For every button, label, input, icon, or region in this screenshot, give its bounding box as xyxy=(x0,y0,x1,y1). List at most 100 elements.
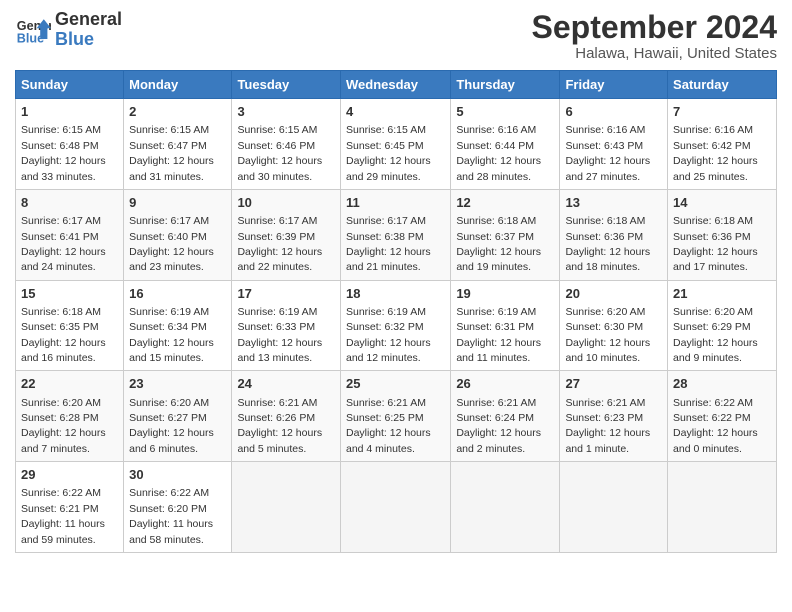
day-number: 17 xyxy=(237,285,335,303)
day-number: 1 xyxy=(21,103,118,121)
calendar-cell: 6 Sunrise: 6:16 AMSunset: 6:43 PMDayligh… xyxy=(560,99,668,190)
logo-icon: General Blue xyxy=(15,12,51,48)
cell-content: Sunrise: 6:20 AMSunset: 6:27 PMDaylight:… xyxy=(129,397,214,455)
cell-content: Sunrise: 6:19 AMSunset: 6:32 PMDaylight:… xyxy=(346,306,431,364)
calendar-cell: 22 Sunrise: 6:20 AMSunset: 6:28 PMDaylig… xyxy=(16,371,124,462)
calendar-header-friday: Friday xyxy=(560,71,668,99)
cell-content: Sunrise: 6:21 AMSunset: 6:25 PMDaylight:… xyxy=(346,397,431,455)
calendar-table: SundayMondayTuesdayWednesdayThursdayFrid… xyxy=(15,70,777,553)
calendar-cell: 18 Sunrise: 6:19 AMSunset: 6:32 PMDaylig… xyxy=(340,280,450,371)
cell-content: Sunrise: 6:15 AMSunset: 6:45 PMDaylight:… xyxy=(346,124,431,182)
calendar-cell: 14 Sunrise: 6:18 AMSunset: 6:36 PMDaylig… xyxy=(668,189,777,280)
calendar-cell: 16 Sunrise: 6:19 AMSunset: 6:34 PMDaylig… xyxy=(124,280,232,371)
day-number: 25 xyxy=(346,375,445,393)
cell-content: Sunrise: 6:20 AMSunset: 6:29 PMDaylight:… xyxy=(673,306,758,364)
calendar-cell xyxy=(560,462,668,553)
title-area: September 2024 Halawa, Hawaii, United St… xyxy=(532,10,777,62)
cell-content: Sunrise: 6:17 AMSunset: 6:41 PMDaylight:… xyxy=(21,215,106,273)
logo-line1: General xyxy=(55,10,122,30)
day-number: 20 xyxy=(565,285,662,303)
calendar-cell: 17 Sunrise: 6:19 AMSunset: 6:33 PMDaylig… xyxy=(232,280,341,371)
cell-content: Sunrise: 6:18 AMSunset: 6:36 PMDaylight:… xyxy=(673,215,758,273)
calendar-cell: 1 Sunrise: 6:15 AMSunset: 6:48 PMDayligh… xyxy=(16,99,124,190)
day-number: 8 xyxy=(21,194,118,212)
calendar-cell: 28 Sunrise: 6:22 AMSunset: 6:22 PMDaylig… xyxy=(668,371,777,462)
calendar-cell: 19 Sunrise: 6:19 AMSunset: 6:31 PMDaylig… xyxy=(451,280,560,371)
cell-content: Sunrise: 6:19 AMSunset: 6:33 PMDaylight:… xyxy=(237,306,322,364)
cell-content: Sunrise: 6:18 AMSunset: 6:35 PMDaylight:… xyxy=(21,306,106,364)
day-number: 10 xyxy=(237,194,335,212)
day-number: 21 xyxy=(673,285,771,303)
day-number: 13 xyxy=(565,194,662,212)
calendar-week-4: 22 Sunrise: 6:20 AMSunset: 6:28 PMDaylig… xyxy=(16,371,777,462)
calendar-header-monday: Monday xyxy=(124,71,232,99)
calendar-cell xyxy=(668,462,777,553)
calendar-week-3: 15 Sunrise: 6:18 AMSunset: 6:35 PMDaylig… xyxy=(16,280,777,371)
day-number: 30 xyxy=(129,466,226,484)
day-number: 22 xyxy=(21,375,118,393)
calendar-cell: 26 Sunrise: 6:21 AMSunset: 6:24 PMDaylig… xyxy=(451,371,560,462)
calendar-cell: 13 Sunrise: 6:18 AMSunset: 6:36 PMDaylig… xyxy=(560,189,668,280)
cell-content: Sunrise: 6:16 AMSunset: 6:42 PMDaylight:… xyxy=(673,124,758,182)
day-number: 18 xyxy=(346,285,445,303)
day-number: 3 xyxy=(237,103,335,121)
calendar-cell: 5 Sunrise: 6:16 AMSunset: 6:44 PMDayligh… xyxy=(451,99,560,190)
svg-text:Blue: Blue xyxy=(17,31,44,45)
cell-content: Sunrise: 6:18 AMSunset: 6:36 PMDaylight:… xyxy=(565,215,650,273)
page-title: September 2024 xyxy=(532,10,777,45)
cell-content: Sunrise: 6:20 AMSunset: 6:30 PMDaylight:… xyxy=(565,306,650,364)
calendar-cell xyxy=(340,462,450,553)
calendar-cell: 20 Sunrise: 6:20 AMSunset: 6:30 PMDaylig… xyxy=(560,280,668,371)
day-number: 26 xyxy=(456,375,554,393)
day-number: 6 xyxy=(565,103,662,121)
calendar-cell: 27 Sunrise: 6:21 AMSunset: 6:23 PMDaylig… xyxy=(560,371,668,462)
cell-content: Sunrise: 6:17 AMSunset: 6:38 PMDaylight:… xyxy=(346,215,431,273)
day-number: 9 xyxy=(129,194,226,212)
header: General Blue General Blue September 2024… xyxy=(15,10,777,62)
logo: General Blue General Blue xyxy=(15,10,122,50)
day-number: 27 xyxy=(565,375,662,393)
calendar-header-wednesday: Wednesday xyxy=(340,71,450,99)
day-number: 2 xyxy=(129,103,226,121)
cell-content: Sunrise: 6:16 AMSunset: 6:43 PMDaylight:… xyxy=(565,124,650,182)
calendar-cell: 25 Sunrise: 6:21 AMSunset: 6:25 PMDaylig… xyxy=(340,371,450,462)
day-number: 5 xyxy=(456,103,554,121)
cell-content: Sunrise: 6:20 AMSunset: 6:28 PMDaylight:… xyxy=(21,397,106,455)
calendar-header-sunday: Sunday xyxy=(16,71,124,99)
calendar-cell: 4 Sunrise: 6:15 AMSunset: 6:45 PMDayligh… xyxy=(340,99,450,190)
calendar-cell xyxy=(232,462,341,553)
cell-content: Sunrise: 6:15 AMSunset: 6:48 PMDaylight:… xyxy=(21,124,106,182)
cell-content: Sunrise: 6:22 AMSunset: 6:21 PMDaylight:… xyxy=(21,487,105,545)
cell-content: Sunrise: 6:21 AMSunset: 6:23 PMDaylight:… xyxy=(565,397,650,455)
cell-content: Sunrise: 6:17 AMSunset: 6:39 PMDaylight:… xyxy=(237,215,322,273)
calendar-cell: 3 Sunrise: 6:15 AMSunset: 6:46 PMDayligh… xyxy=(232,99,341,190)
day-number: 28 xyxy=(673,375,771,393)
cell-content: Sunrise: 6:16 AMSunset: 6:44 PMDaylight:… xyxy=(456,124,541,182)
calendar-header-row: SundayMondayTuesdayWednesdayThursdayFrid… xyxy=(16,71,777,99)
calendar-cell: 30 Sunrise: 6:22 AMSunset: 6:20 PMDaylig… xyxy=(124,462,232,553)
page-subtitle: Halawa, Hawaii, United States xyxy=(532,45,777,62)
day-number: 24 xyxy=(237,375,335,393)
cell-content: Sunrise: 6:19 AMSunset: 6:31 PMDaylight:… xyxy=(456,306,541,364)
calendar-week-1: 1 Sunrise: 6:15 AMSunset: 6:48 PMDayligh… xyxy=(16,99,777,190)
calendar-cell: 15 Sunrise: 6:18 AMSunset: 6:35 PMDaylig… xyxy=(16,280,124,371)
logo-text: General Blue xyxy=(55,10,122,50)
calendar-cell: 23 Sunrise: 6:20 AMSunset: 6:27 PMDaylig… xyxy=(124,371,232,462)
day-number: 12 xyxy=(456,194,554,212)
calendar-header-thursday: Thursday xyxy=(451,71,560,99)
calendar-header-saturday: Saturday xyxy=(668,71,777,99)
day-number: 4 xyxy=(346,103,445,121)
calendar-week-2: 8 Sunrise: 6:17 AMSunset: 6:41 PMDayligh… xyxy=(16,189,777,280)
day-number: 16 xyxy=(129,285,226,303)
day-number: 11 xyxy=(346,194,445,212)
day-number: 19 xyxy=(456,285,554,303)
day-number: 15 xyxy=(21,285,118,303)
calendar-cell: 24 Sunrise: 6:21 AMSunset: 6:26 PMDaylig… xyxy=(232,371,341,462)
cell-content: Sunrise: 6:19 AMSunset: 6:34 PMDaylight:… xyxy=(129,306,214,364)
calendar-cell: 12 Sunrise: 6:18 AMSunset: 6:37 PMDaylig… xyxy=(451,189,560,280)
cell-content: Sunrise: 6:21 AMSunset: 6:26 PMDaylight:… xyxy=(237,397,322,455)
cell-content: Sunrise: 6:21 AMSunset: 6:24 PMDaylight:… xyxy=(456,397,541,455)
calendar-cell xyxy=(451,462,560,553)
calendar-cell: 2 Sunrise: 6:15 AMSunset: 6:47 PMDayligh… xyxy=(124,99,232,190)
calendar-cell: 10 Sunrise: 6:17 AMSunset: 6:39 PMDaylig… xyxy=(232,189,341,280)
